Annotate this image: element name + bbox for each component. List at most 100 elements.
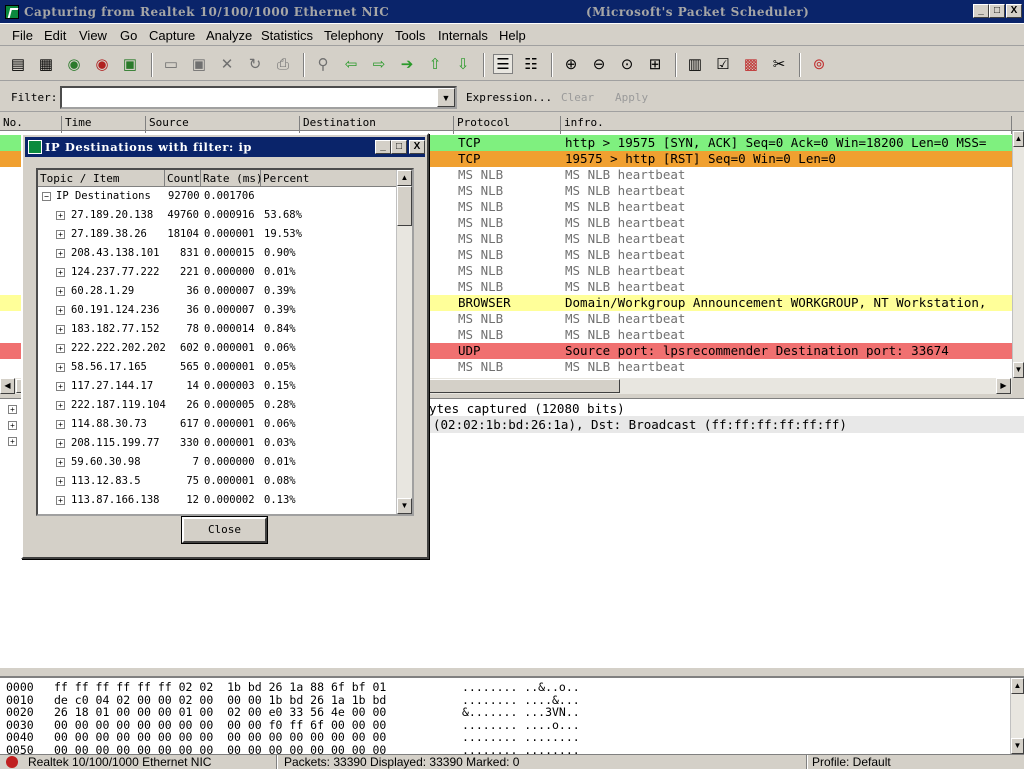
tree-row[interactable]: +113.87.166.138 12 0.000002 0.13% xyxy=(38,491,398,509)
first-icon[interactable]: ⇧ xyxy=(425,54,445,74)
detail-ethernet-line[interactable]: (02:02:1b:bd:26:1a), Dst: Broadcast (ff:… xyxy=(433,417,847,432)
tree-row[interactable]: +208.43.138.101 831 0.000015 0.90% xyxy=(38,244,398,262)
menu-capture[interactable]: Capture xyxy=(149,28,195,43)
menu-internals[interactable]: Internals xyxy=(438,28,488,43)
close-dialog-button[interactable]: Close xyxy=(181,516,268,544)
interfaces-icon[interactable]: ▤ xyxy=(8,54,28,74)
expand-icon[interactable]: + xyxy=(8,421,17,430)
menu-file[interactable]: File xyxy=(12,28,33,43)
column-protocol[interactable]: Protocol xyxy=(454,116,561,134)
forward-icon[interactable]: ⇨ xyxy=(369,54,389,74)
scroll-down-icon[interactable]: ▼ xyxy=(397,498,412,514)
zoom-normal-icon[interactable]: ⊙ xyxy=(617,54,637,74)
scroll-up-icon[interactable]: ▲ xyxy=(397,170,412,186)
maximize-button[interactable]: □ xyxy=(989,4,1005,18)
column-rate[interactable]: Rate (ms) xyxy=(201,170,263,187)
save-icon[interactable]: ▣ xyxy=(189,54,209,74)
goto-icon[interactable]: ➔ xyxy=(397,54,417,74)
restart-icon[interactable]: ▣ xyxy=(120,54,140,74)
stop-icon[interactable]: ◉ xyxy=(92,54,112,74)
scroll-left-icon[interactable]: ◀ xyxy=(0,378,15,394)
column-percent[interactable]: Percent xyxy=(261,170,397,187)
tree-row[interactable]: +58.56.17.165 565 0.000001 0.05% xyxy=(38,358,398,376)
expand-icon[interactable]: + xyxy=(56,325,65,334)
expand-icon[interactable]: + xyxy=(56,458,65,467)
collapse-icon[interactable]: − xyxy=(42,192,51,201)
stats-tree[interactable]: Topic / Item Count Rate (ms) Percent − I… xyxy=(36,168,414,516)
expand-icon[interactable]: + xyxy=(56,306,65,315)
tree-row[interactable]: +59.60.30.98 7 0.000000 0.01% xyxy=(38,453,398,471)
minimize-button[interactable]: _ xyxy=(973,4,989,18)
clear-button[interactable]: Clear xyxy=(561,91,594,104)
column-topic[interactable]: Topic / Item xyxy=(38,170,165,187)
hex-pane[interactable]: 0000 ff ff ff ff ff ff 02 02 1b bd 26 1a … xyxy=(0,676,1024,756)
menu-tools[interactable]: Tools xyxy=(395,28,425,43)
column-source[interactable]: Source xyxy=(146,116,300,134)
autoscroll-icon[interactable]: ☷ xyxy=(521,54,541,74)
expand-icon[interactable]: + xyxy=(56,363,65,372)
expand-icon[interactable]: + xyxy=(56,477,65,486)
menu-telephony[interactable]: Telephony xyxy=(324,28,383,43)
tree-row[interactable]: +60.28.1.29 36 0.000007 0.39% xyxy=(38,282,398,300)
close-file-icon[interactable]: ✕ xyxy=(217,54,237,74)
display-filters-icon[interactable]: ☑ xyxy=(713,54,733,74)
last-icon[interactable]: ⇩ xyxy=(453,54,473,74)
filter-input[interactable] xyxy=(60,86,457,109)
capture-status-icon[interactable] xyxy=(6,756,18,768)
hex-vscroll[interactable]: ▲ ▼ xyxy=(1010,678,1024,754)
start-icon[interactable]: ◉ xyxy=(64,54,84,74)
menu-help[interactable]: Help xyxy=(499,28,526,43)
expand-icon[interactable]: + xyxy=(56,401,65,410)
expand-icon[interactable]: + xyxy=(56,249,65,258)
expand-icon[interactable]: + xyxy=(56,211,65,220)
resize-columns-icon[interactable]: ⊞ xyxy=(645,54,665,74)
tree-row[interactable]: +183.182.77.152 78 0.000014 0.84% xyxy=(38,320,398,338)
apply-button[interactable]: Apply xyxy=(615,91,648,104)
column-no[interactable]: No. xyxy=(0,116,62,134)
find-icon[interactable]: ⚲ xyxy=(313,54,333,74)
hex-bytes[interactable]: 26 18 01 00 00 00 01 00 02 00 e0 33 56 4… xyxy=(54,706,386,719)
hex-bytes[interactable]: ff ff ff ff ff ff 02 02 1b bd 26 1a 88 6… xyxy=(54,681,386,694)
expand-icon[interactable]: + xyxy=(56,230,65,239)
expand-icon[interactable]: + xyxy=(8,405,17,414)
menu-edit[interactable]: Edit xyxy=(44,28,66,43)
dialog-minimize-button[interactable]: _ xyxy=(375,140,391,154)
hex-ascii[interactable]: &....... ...3VN.. xyxy=(462,706,580,719)
expand-icon[interactable]: + xyxy=(56,344,65,353)
reload-icon[interactable]: ↻ xyxy=(245,54,265,74)
zoom-out-icon[interactable]: ⊖ xyxy=(589,54,609,74)
preferences-icon[interactable]: ✂ xyxy=(769,54,789,74)
open-icon[interactable]: ▭ xyxy=(161,54,181,74)
chevron-down-icon[interactable]: ▼ xyxy=(437,88,455,107)
coloring-rules-icon[interactable]: ▩ xyxy=(741,54,761,74)
expand-icon[interactable]: + xyxy=(56,439,65,448)
scroll-thumb[interactable] xyxy=(397,186,412,226)
expand-icon[interactable]: + xyxy=(56,287,65,296)
column-count[interactable]: Count xyxy=(165,170,201,187)
column-info[interactable]: infro. xyxy=(561,116,1012,134)
tree-row[interactable]: +208.115.199.77 330 0.000001 0.03% xyxy=(38,434,398,452)
capture-filters-icon[interactable]: ▥ xyxy=(685,54,705,74)
expand-icon[interactable]: + xyxy=(8,437,17,446)
expand-icon[interactable]: + xyxy=(56,420,65,429)
scroll-up-icon[interactable]: ▲ xyxy=(1011,678,1024,694)
hex-bytes[interactable]: 00 00 00 00 00 00 00 00 00 00 00 00 00 0… xyxy=(54,731,386,744)
scroll-down-icon[interactable]: ▼ xyxy=(1011,738,1024,754)
dialog-close-button[interactable]: X xyxy=(409,140,425,154)
detail-frame-line[interactable]: ytes captured (12080 bits) xyxy=(429,401,625,416)
scroll-right-icon[interactable]: ▶ xyxy=(996,378,1011,394)
menu-analyze[interactable]: Analyze xyxy=(206,28,252,43)
tree-vscroll[interactable]: ▲ ▼ xyxy=(396,170,412,514)
zoom-in-icon[interactable]: ⊕ xyxy=(561,54,581,74)
tree-row[interactable]: +60.191.124.236 36 0.000007 0.39% xyxy=(38,301,398,319)
tree-row[interactable]: +222.187.119.104 26 0.000005 0.28% xyxy=(38,396,398,414)
help-icon[interactable]: ⊚ xyxy=(809,54,829,74)
colorize-icon[interactable]: ☰ xyxy=(493,54,513,74)
hex-ascii[interactable]: ........ ........ xyxy=(462,731,580,744)
menu-statistics[interactable]: Statistics xyxy=(261,28,313,43)
scroll-down-icon[interactable]: ▼ xyxy=(1013,362,1024,378)
hex-ascii[interactable]: ........ ..&..o.. xyxy=(462,681,580,694)
tree-row[interactable]: +27.189.20.138 49760 0.000916 53.68% xyxy=(38,206,398,224)
expand-icon[interactable]: + xyxy=(56,268,65,277)
column-destination[interactable]: Destination xyxy=(300,116,454,134)
